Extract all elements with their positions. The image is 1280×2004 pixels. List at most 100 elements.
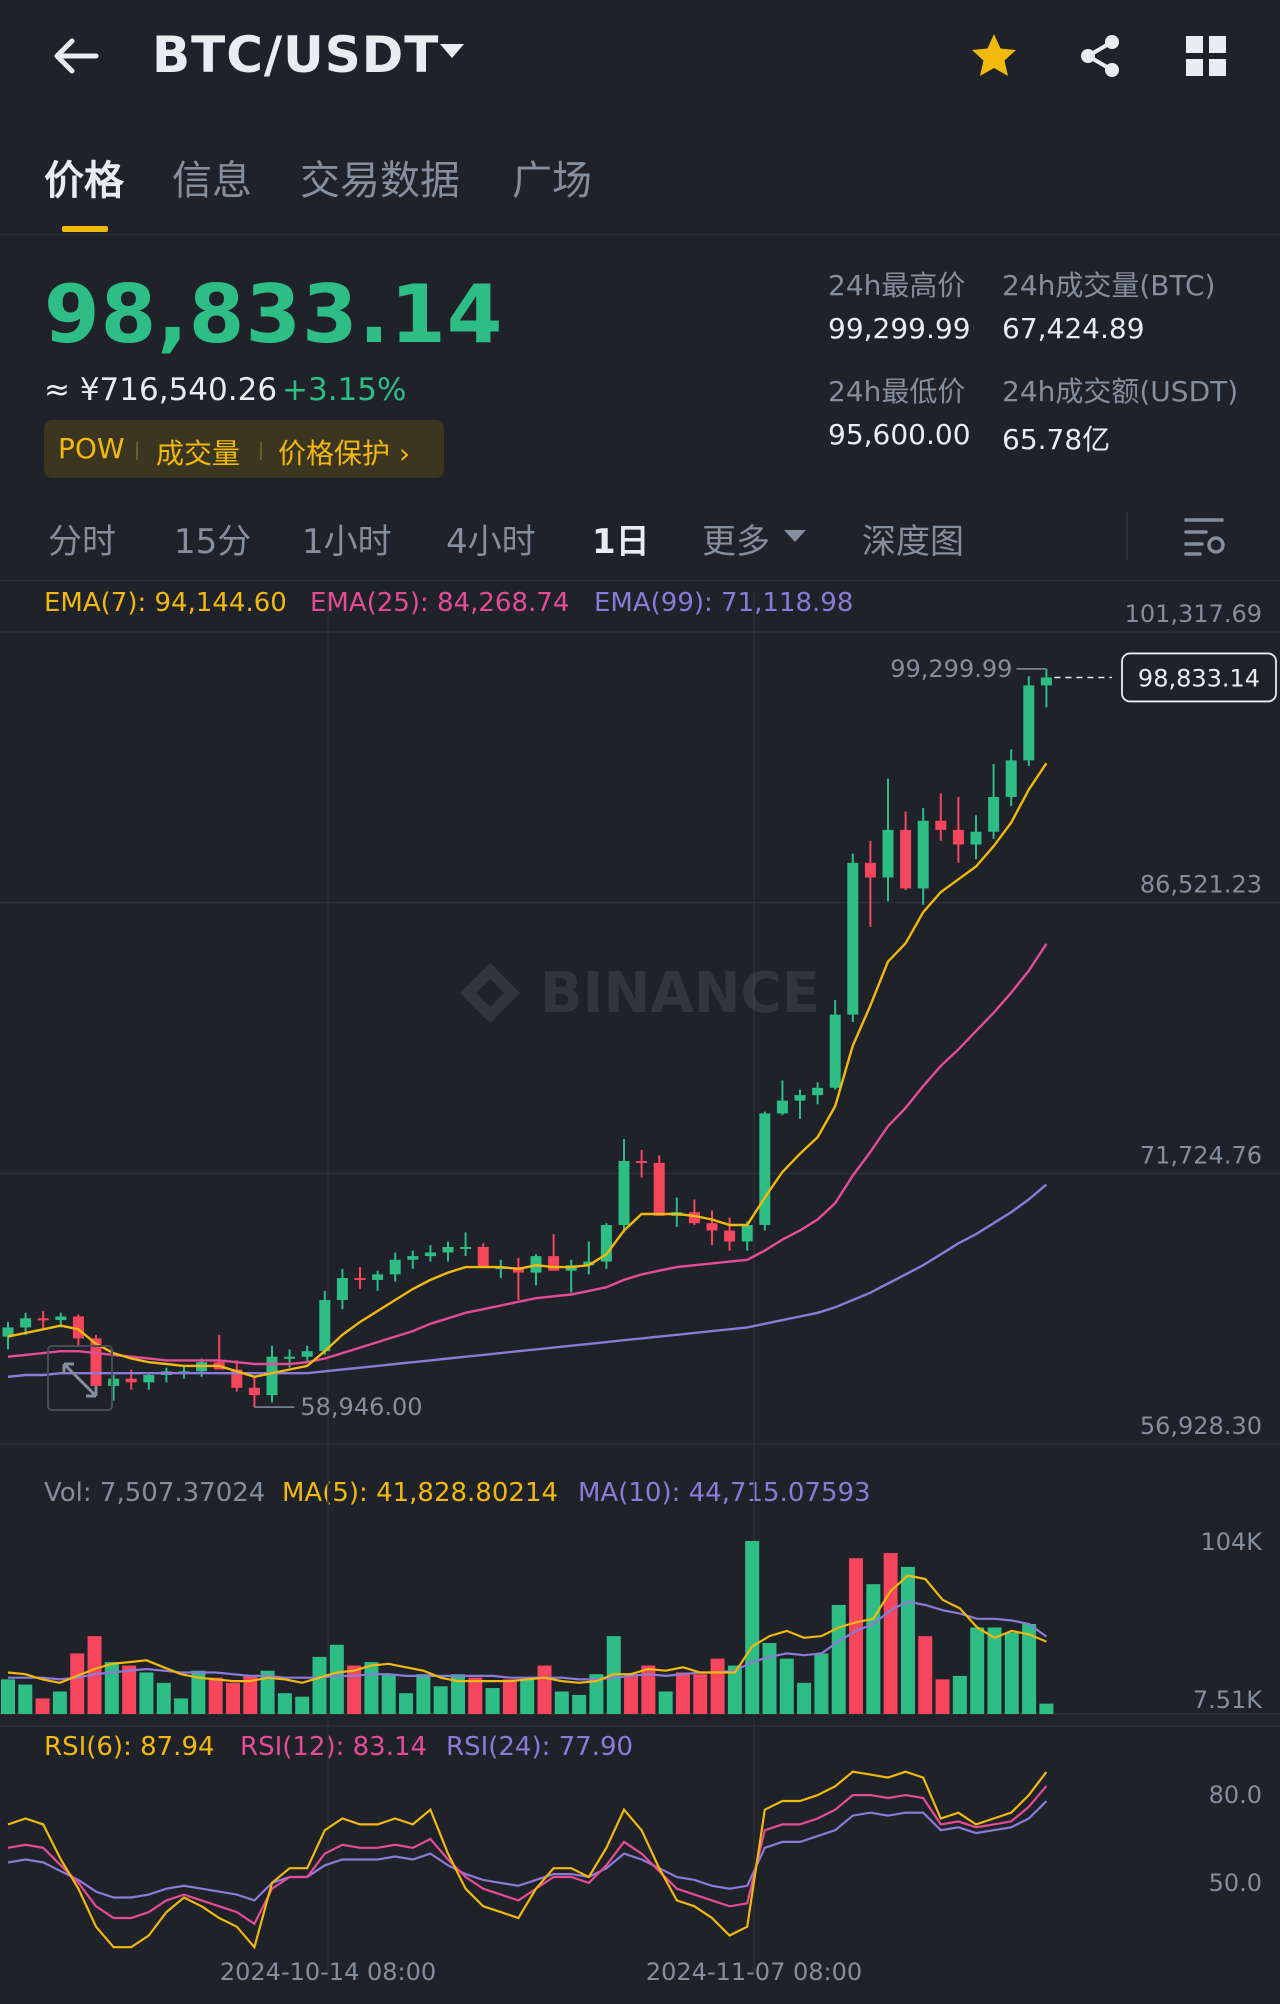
candle-body [636,1160,648,1163]
volume-bar [104,1662,119,1714]
candle-body [882,829,894,878]
volume-bar [139,1672,154,1714]
candle-body [935,820,947,830]
back-arrow-icon[interactable] [48,28,104,84]
pill-price-protection[interactable]: 价格保护 › [278,432,410,472]
y-tick-label: 56,928.30 [1140,1412,1262,1440]
chevron-down-icon[interactable] [440,44,464,58]
pill-divider [136,442,138,460]
candle-body [442,1246,454,1253]
price-chart[interactable]: 101,317.69 86,521.23 71,724.76 56,928.30 BIN… [0,580,1280,2004]
last-price-tag-text: 98,833.14 [1138,664,1260,692]
y-tick-label: 7.51K [1193,1686,1263,1714]
chevron-down-icon[interactable] [784,530,806,542]
grid-menu-icon[interactable] [1180,30,1232,82]
high-price-label: 99,299.99 [890,655,1012,683]
volume-bar [624,1674,639,1714]
volume-bar [485,1688,500,1714]
tab-price[interactable]: 价格 [44,148,124,206]
candle-body [336,1278,348,1301]
volume-bar [18,1684,33,1714]
interval-15m[interactable]: 15分 [174,514,251,563]
stat-24h-vol-btc-label: 24h成交量(BTC) [1002,269,1216,302]
stat-24h-vol-usdt-label: 24h成交额(USDT) [1002,375,1239,408]
volume-bar [208,1677,223,1714]
main-tabs: 价格 信息 交易数据 广场 [0,130,1280,235]
candle-body [724,1230,736,1242]
pill-pow[interactable]: POW [58,432,125,465]
candle-body [1005,760,1017,797]
interval-1h[interactable]: 1小时 [302,514,392,563]
volume-bar [572,1694,587,1714]
volume-bar [399,1693,414,1714]
candle-body [618,1160,630,1226]
y-tick-label: 104K [1200,1528,1263,1556]
candle-body [266,1356,278,1396]
volume-bar [468,1677,483,1714]
volume-bar [831,1604,846,1714]
candle-body [354,1278,366,1281]
interval-timeline[interactable]: 分时 [48,514,116,563]
ema25-line [7,943,1048,1366]
volume-bar [952,1675,967,1714]
top-bar: BTC/USDT [0,0,1280,112]
volume-bar [918,1636,933,1714]
volume-bar [849,1558,864,1714]
candle-body [477,1246,489,1268]
candle-body [776,1100,788,1114]
volume-bar [814,1653,829,1714]
volume-bar [762,1643,777,1714]
pill-volume[interactable]: 成交量 [156,432,240,472]
tag-pills: POW 成交量 价格保护 › [44,420,444,478]
star-icon[interactable] [968,30,1020,82]
x-tick-label: 2024-10-14 08:00 [220,1958,436,1986]
volume-bar [900,1566,915,1714]
volume-bar [866,1584,881,1714]
tab-trading-data[interactable]: 交易数据 [300,148,460,206]
pill-divider [260,442,262,460]
interval-bar: 分时 15分 1小时 4小时 1日 更多 深度图 [0,500,1280,581]
stat-24h-high-value: 99,299.99 [828,312,971,345]
tab-info[interactable]: 信息 [172,148,252,206]
volume-bar [935,1679,950,1714]
candle-body [759,1113,771,1226]
stat-24h-high-label: 24h最高价 [828,269,966,302]
volume-bar [537,1665,552,1714]
candle-body [372,1274,384,1280]
candle-body [424,1252,436,1257]
interval-depth[interactable]: 深度图 [862,514,964,563]
candle-body [319,1300,331,1352]
candle-body [706,1223,718,1231]
volume-bar [710,1658,725,1714]
ema99-line [7,1183,1048,1378]
candle-body [864,862,876,878]
interval-1d[interactable]: 1日 [592,514,650,563]
share-icon[interactable] [1074,30,1126,82]
interval-4h[interactable]: 4小时 [446,514,536,563]
candle-body [812,1087,824,1096]
y-tick-label: 86,521.23 [1140,871,1262,899]
volume-bar [779,1658,794,1714]
active-tab-indicator [62,226,108,232]
candle-body [917,820,929,889]
volume-bar [364,1662,379,1714]
candle-body [407,1256,419,1260]
volume-bar [1004,1632,1019,1714]
candle-body [1040,677,1052,686]
candle-body [548,1256,560,1271]
volume-bar [156,1682,171,1714]
volume-bar [987,1627,1002,1714]
candle-body [847,862,859,1015]
chart-settings-icon[interactable] [1180,512,1228,560]
candle-body [741,1225,753,1242]
interval-more[interactable]: 更多 [702,514,770,563]
watermark-text: BINANCE [540,961,820,1026]
candle-body [125,1378,137,1383]
pair-title[interactable]: BTC/USDT [152,26,439,84]
volume-bar [347,1665,362,1714]
y-tick-label: 50.0 [1209,1869,1262,1897]
tab-square[interactable]: 广场 [512,148,592,206]
volume-bar [433,1686,448,1714]
volume-bar [70,1653,85,1714]
candle-body [55,1316,67,1321]
